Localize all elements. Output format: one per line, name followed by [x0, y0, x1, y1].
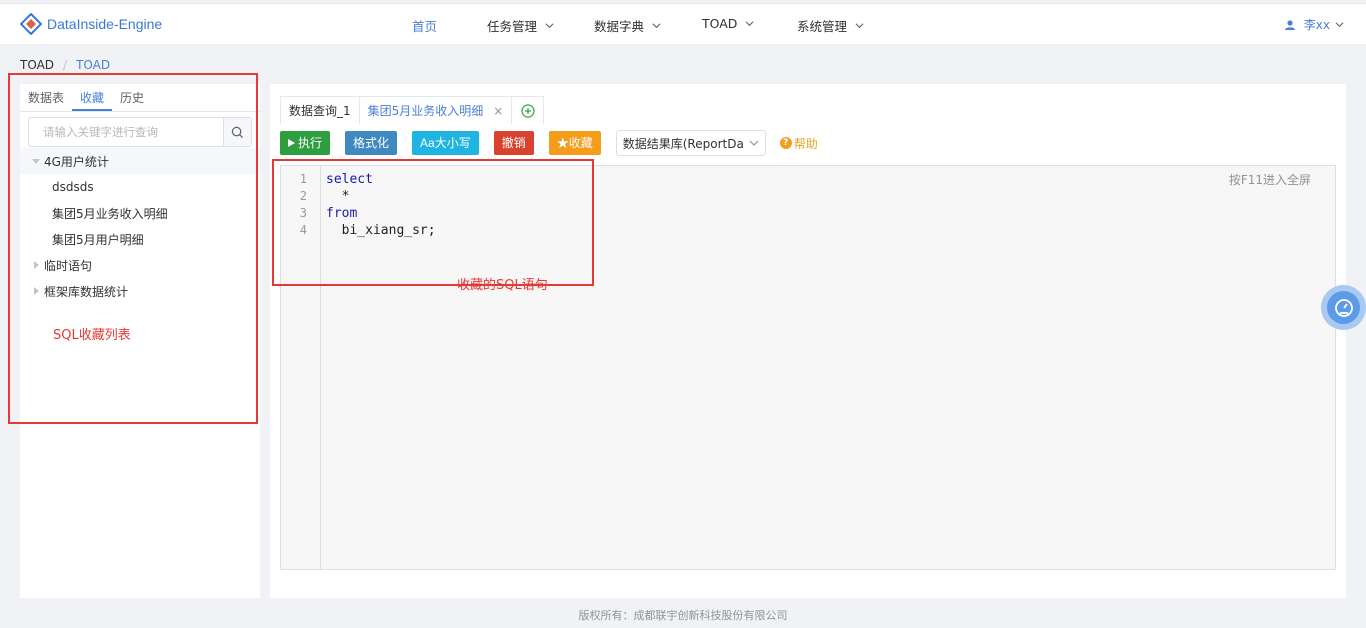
chevron-down-icon	[652, 23, 661, 29]
gauge-icon	[1334, 298, 1353, 317]
execute-label: 执行	[298, 136, 323, 150]
tab-label: 数据查询_1	[289, 103, 351, 118]
chevron-down-icon	[749, 140, 759, 146]
help-link[interactable]: ? 帮助	[779, 135, 818, 152]
top-header: DataInside-Engine 首页 任务管理 数据字典 TOAD 系统管理…	[0, 3, 1366, 44]
tab-label: 集团5月业务收入明细	[367, 103, 484, 118]
annotation-box-editor	[272, 159, 594, 286]
favorite-button[interactable]: ★收藏	[548, 131, 601, 155]
floating-inner	[1327, 291, 1360, 324]
close-icon[interactable]: ×	[493, 98, 503, 124]
nav-system-label: 系统管理	[797, 19, 848, 34]
nav-dict-label: 数据字典	[594, 19, 645, 34]
execute-button[interactable]: 执行	[280, 131, 331, 155]
datasource-value: 数据结果库(ReportDat	[622, 136, 743, 151]
chevron-down-icon	[855, 23, 864, 29]
play-icon	[288, 139, 295, 147]
plus-circle-icon	[521, 103, 535, 118]
breadcrumb-separator: /	[63, 58, 68, 72]
chevron-down-icon	[545, 23, 554, 29]
tab-group-may-revenue[interactable]: 集团5月业务收入明细 ×	[358, 96, 513, 124]
breadcrumb-current: TOAD	[76, 58, 111, 72]
nav-system-management[interactable]: 系统管理	[797, 16, 864, 35]
nav-toad[interactable]: TOAD	[702, 16, 754, 31]
chevron-down-icon	[745, 21, 754, 27]
nav-task-management[interactable]: 任务管理	[487, 16, 554, 35]
nav-data-dictionary[interactable]: 数据字典	[594, 16, 661, 35]
undo-button[interactable]: 撤销	[493, 131, 534, 155]
format-button[interactable]: 格式化	[345, 131, 398, 155]
footer-copyright: 版权所有：成都联宇创新科技股份有限公司	[578, 609, 788, 622]
breadcrumb-root[interactable]: TOAD	[20, 58, 54, 72]
user-menu[interactable]: 李xx	[1284, 16, 1344, 33]
main-nav: 首页 任务管理 数据字典 TOAD 系统管理	[0, 4, 1366, 45]
editor-tabs: 数据查询_1 集团5月业务收入明细 ×	[280, 96, 545, 124]
toggle-case-button[interactable]: Aa大小写	[412, 131, 479, 155]
breadcrumb: TOAD / TOAD	[20, 58, 110, 72]
nav-home-label: 首页	[412, 19, 438, 34]
help-label: 帮助	[793, 136, 818, 151]
tab-query-1[interactable]: 数据查询_1	[280, 96, 360, 124]
add-tab-button[interactable]	[511, 96, 545, 124]
floating-assistant-button[interactable]	[1321, 285, 1366, 330]
user-icon	[1284, 19, 1295, 30]
user-name: 李xx	[1303, 18, 1330, 32]
question-icon: ?	[779, 137, 792, 149]
fullscreen-hint: 按F11进入全屏	[1228, 173, 1311, 187]
nav-home[interactable]: 首页	[412, 16, 437, 35]
editor-toolbar: 执行 格式化 Aa大小写 撤销 ★收藏 数据结果库(ReportDat ? 帮助	[280, 130, 818, 156]
nav-toad-label: TOAD	[702, 16, 738, 31]
nav-task-label: 任务管理	[487, 19, 538, 34]
annotation-box-left	[8, 73, 258, 424]
datasource-select[interactable]: 数据结果库(ReportDat	[615, 130, 766, 156]
chevron-down-icon	[1335, 22, 1344, 28]
